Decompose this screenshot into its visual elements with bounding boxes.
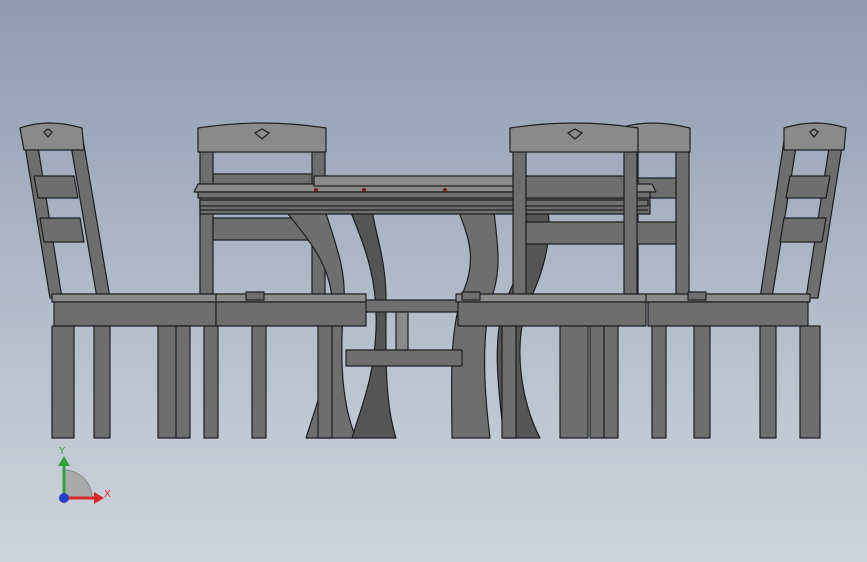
- coordinate-triad-icon: [58, 456, 104, 504]
- chair-back-right-center: [603, 122, 691, 439]
- chair-back-left-center: [197, 122, 327, 439]
- chair-front-left: [19, 122, 219, 439]
- x-axis-label: X: [104, 489, 111, 500]
- cad-viewport[interactable]: .p { fill: #6e6e6e; stroke: #1e1e1e; str…: [0, 0, 867, 562]
- y-axis-label: Y: [58, 446, 66, 457]
